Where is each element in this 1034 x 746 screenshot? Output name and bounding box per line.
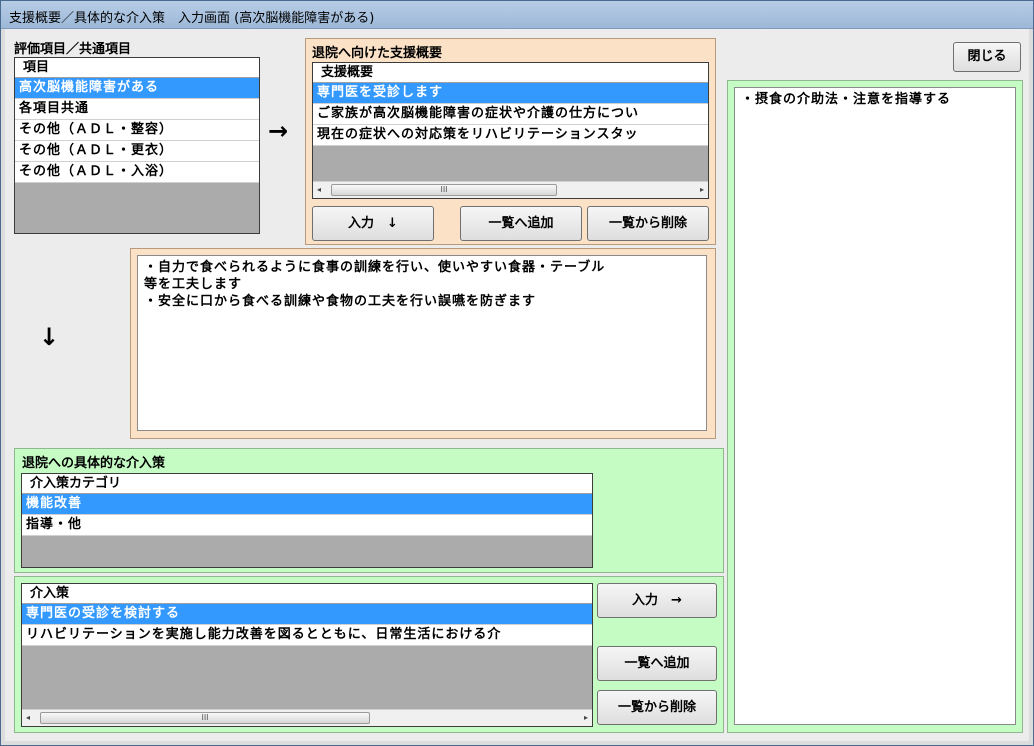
title-bar: 支援概要／具体的な介入策 入力画面 (高次脳機能障害がある): [1, 1, 1033, 29]
category-list-header[interactable]: 介入策カテゴリ: [22, 474, 592, 494]
arrow-right-icon: →: [268, 117, 289, 145]
support-add-button[interactable]: 一覧へ追加: [460, 206, 582, 241]
eval-item-4[interactable]: その他（ＡＤＬ・入浴）: [15, 162, 259, 183]
intervention-hscroll[interactable]: ◂ III ▸: [22, 709, 592, 726]
result-textarea[interactable]: ・摂食の介助法・注意を指導する: [734, 87, 1016, 725]
arrow-down-icon: ↓: [39, 323, 60, 351]
support-text-line-1: 等を工夫します: [144, 277, 243, 292]
support-item-0[interactable]: 専門医を受診します: [313, 83, 708, 104]
intervention-panel: 介入策 専門医の受診を検討する リハビリテーションを実施し能力改善を図るとともに…: [14, 576, 724, 733]
support-hscroll[interactable]: ◂ III ▸: [313, 181, 708, 198]
scroll-right-icon[interactable]: ▸: [700, 185, 704, 194]
intervention-add-button[interactable]: 一覧へ追加: [597, 646, 717, 681]
support-panel: 退院へ向けた支援概要 支援概要 専門医を受診します ご家族が高次脳機能障害の症状…: [305, 38, 716, 245]
eval-list[interactable]: 項目 高次脳機能障害がある 各項目共通 その他（ＡＤＬ・整容） その他（ＡＤＬ・…: [14, 57, 260, 234]
scroll-left-icon[interactable]: ◂: [317, 185, 321, 194]
result-panel: ・摂食の介助法・注意を指導する: [727, 80, 1023, 733]
intervention-list[interactable]: 介入策 専門医の受診を検討する リハビリテーションを実施し能力改善を図るとともに…: [21, 583, 593, 727]
eval-item-3[interactable]: その他（ＡＤＬ・更衣）: [15, 141, 259, 162]
support-list-header[interactable]: 支援概要: [313, 63, 708, 83]
client-area: 評価項目／共通項目 項目 高次脳機能障害がある 各項目共通 その他（ＡＤＬ・整容…: [5, 29, 1029, 741]
scroll-left-icon[interactable]: ◂: [26, 713, 30, 722]
category-list[interactable]: 介入策カテゴリ 機能改善 指導・他: [21, 473, 593, 568]
result-text: ・摂食の介助法・注意を指導する: [741, 92, 952, 107]
support-list[interactable]: 支援概要 専門医を受診します ご家族が高次脳機能障害の症状や介護の仕方につい 現…: [312, 62, 709, 199]
support-text-line-2: ・安全に口から食べる訓練や食物の工夫を行い誤嚥を防ぎます: [144, 294, 537, 309]
scroll-thumb[interactable]: III: [40, 712, 370, 724]
intervention-item-0[interactable]: 専門医の受診を検討する: [22, 604, 592, 625]
eval-item-0[interactable]: 高次脳機能障害がある: [15, 78, 259, 99]
eval-item-2[interactable]: その他（ＡＤＬ・整容）: [15, 120, 259, 141]
window-title: 支援概要／具体的な介入策 入力画面 (高次脳機能障害がある): [9, 11, 375, 26]
main-window: 支援概要／具体的な介入策 入力画面 (高次脳機能障害がある) 評価項目／共通項目…: [0, 0, 1034, 746]
intervention-list-header[interactable]: 介入策: [22, 584, 592, 604]
eval-label: 評価項目／共通項目: [14, 42, 132, 57]
close-button[interactable]: 閉じる: [953, 42, 1021, 72]
support-delete-button[interactable]: 一覧から削除: [587, 206, 709, 241]
support-textarea[interactable]: ・自力で食べられるように食事の訓練を行い、使いやすい食器・テーブル 等を工夫しま…: [137, 255, 707, 431]
support-item-1[interactable]: ご家族が高次脳機能障害の症状や介護の仕方につい: [313, 104, 708, 125]
eval-list-header[interactable]: 項目: [15, 58, 259, 78]
scroll-thumb[interactable]: III: [331, 184, 557, 196]
intervention-input-button[interactable]: 入力 →: [597, 583, 717, 618]
support-text-panel: ・自力で食べられるように食事の訓練を行い、使いやすい食器・テーブル 等を工夫しま…: [130, 248, 716, 439]
support-label: 退院へ向けた支援概要: [312, 46, 443, 61]
category-item-1[interactable]: 指導・他: [22, 515, 592, 536]
category-panel: 退院への具体的な介入策 介入策カテゴリ 機能改善 指導・他: [14, 448, 724, 573]
intervention-delete-button[interactable]: 一覧から削除: [597, 690, 717, 725]
scroll-right-icon[interactable]: ▸: [584, 713, 588, 722]
support-text-line-0: ・自力で食べられるように食事の訓練を行い、使いやすい食器・テーブル: [144, 260, 606, 275]
support-input-button[interactable]: 入力 ↓: [312, 206, 434, 241]
eval-item-1[interactable]: 各項目共通: [15, 99, 259, 120]
support-item-2[interactable]: 現在の症状への対応策をリハビリテーションスタッ: [313, 125, 708, 146]
intervention-item-1[interactable]: リハビリテーションを実施し能力改善を図るとともに、日常生活における介: [22, 625, 592, 646]
category-label: 退院への具体的な介入策: [22, 456, 166, 471]
category-item-0[interactable]: 機能改善: [22, 494, 592, 515]
